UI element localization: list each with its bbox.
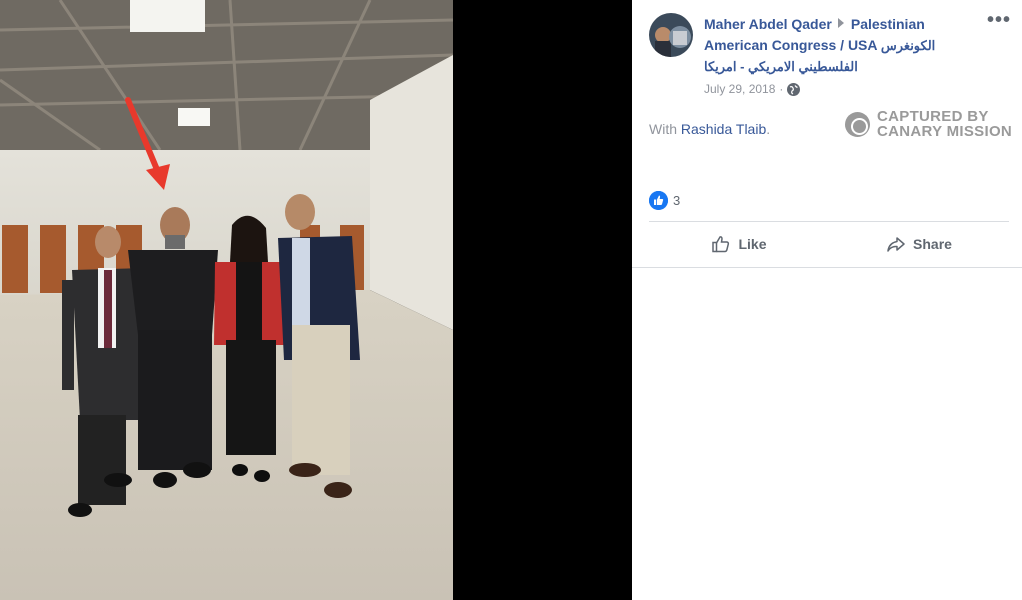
watermark-line2: CANARY MISSION — [877, 123, 1013, 140]
like-button[interactable]: Like — [649, 229, 829, 259]
share-icon — [887, 237, 905, 252]
watermark-text: CAPTURED BY CANARY MISSION — [877, 109, 1012, 139]
post-header: Maher Abdel Qader Palestinian American Co… — [704, 14, 974, 77]
with-suffix: . — [766, 121, 771, 137]
like-label: Like — [738, 236, 767, 252]
actions-top-divider — [649, 221, 1009, 222]
globe-glyph — [787, 83, 800, 95]
avatar-photo-icon — [649, 13, 693, 57]
tagged-row: With Rashida Tlaib. — [649, 121, 770, 137]
tagged-person-link[interactable]: Rashida Tlaib — [681, 121, 766, 137]
watermark-seal-icon — [845, 111, 870, 137]
canary-mission-watermark: CAPTURED BY CANARY MISSION — [845, 109, 1012, 139]
share-button[interactable]: Share — [829, 229, 1009, 259]
with-prefix: With — [649, 121, 677, 137]
like-icon — [712, 236, 730, 253]
actions-bottom-divider — [632, 267, 1022, 268]
caret-right-icon — [837, 18, 844, 28]
post-date-link[interactable]: July 29, 2018 — [704, 82, 775, 96]
post-photo[interactable] — [0, 0, 453, 600]
author-avatar[interactable] — [649, 13, 693, 57]
author-name-link[interactable]: Maher Abdel Qader — [704, 16, 832, 32]
share-label: Share — [913, 236, 952, 252]
photo-scene — [0, 0, 453, 600]
thumbs-up-glyph — [649, 191, 668, 210]
more-options-icon[interactable]: ••• — [987, 10, 1011, 30]
globe-icon[interactable] — [787, 82, 801, 96]
reaction-count: 3 — [673, 193, 681, 208]
post-panel: Maher Abdel Qader Palestinian American Co… — [632, 0, 1022, 600]
photo-viewer — [0, 0, 632, 600]
post-actions: Like Share — [649, 229, 1009, 259]
meta-separator: · — [779, 82, 784, 96]
thumbs-up-icon — [649, 191, 668, 210]
post-meta: July 29, 2018 · — [704, 82, 801, 96]
watermark-line1: CAPTURED BY — [877, 108, 989, 125]
reaction-summary[interactable]: 3 — [649, 191, 680, 210]
